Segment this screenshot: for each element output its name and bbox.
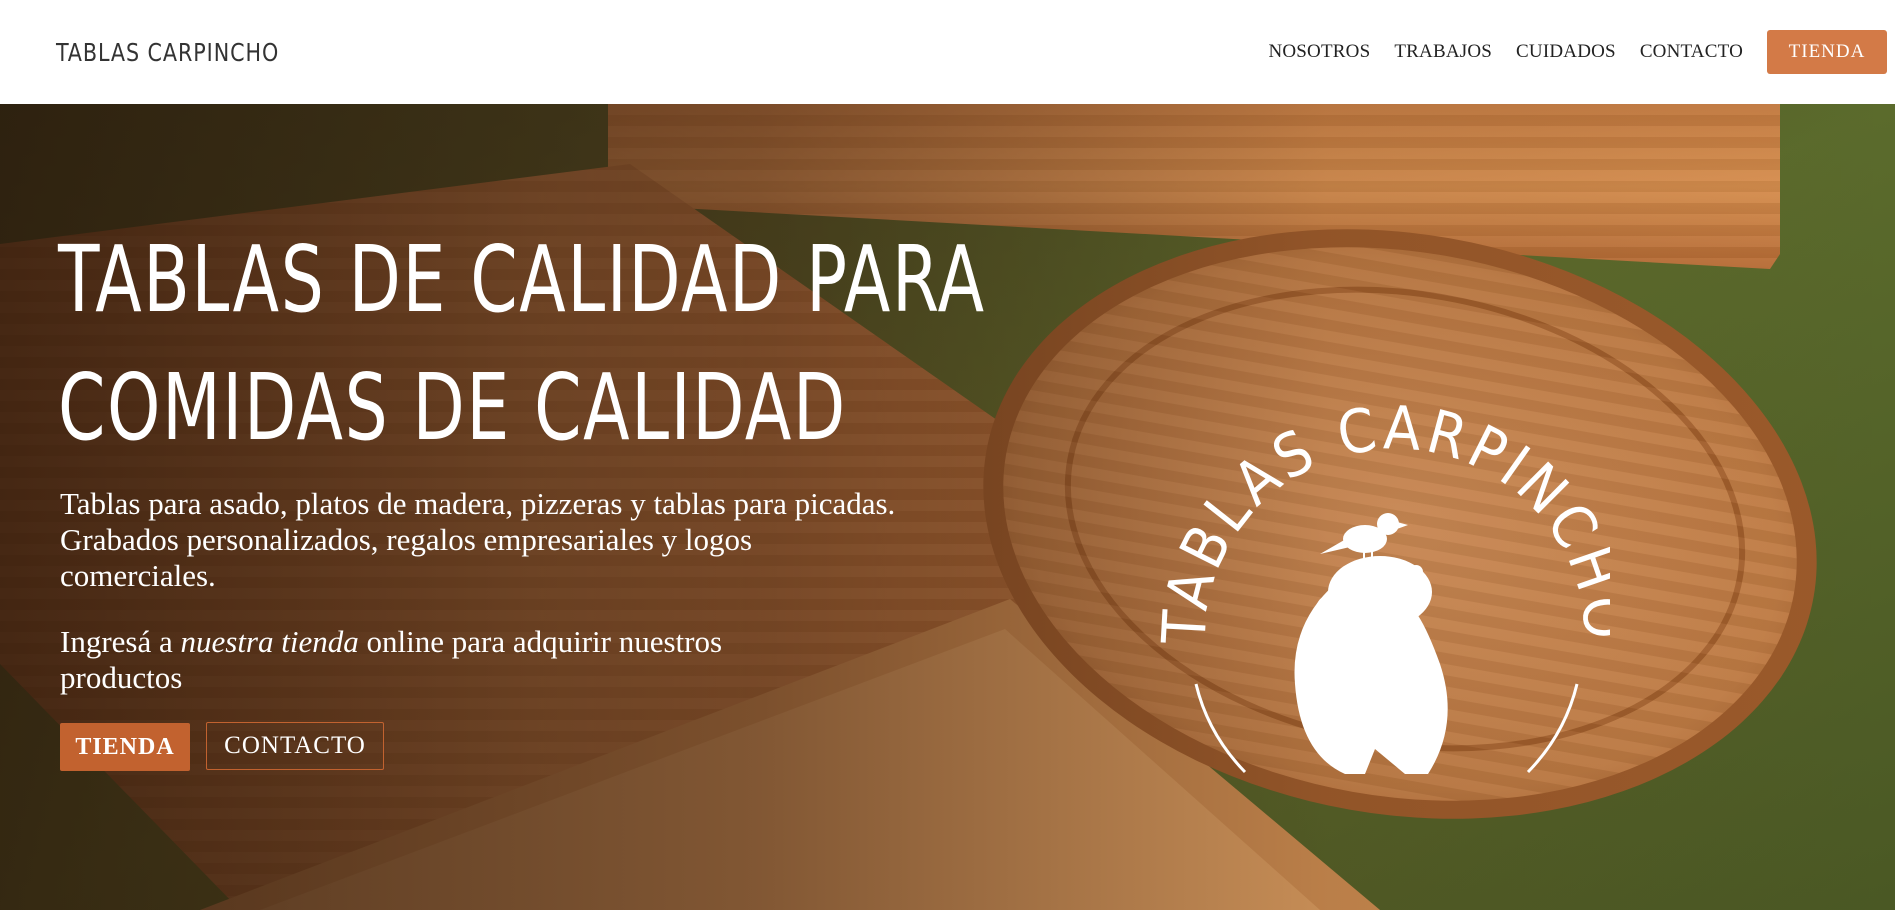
site-header: TABLAS CARPINCHO NOSOTROS TRABAJOS CUIDA… (0, 0, 1895, 104)
hero-headline-line1: TABLAS DE CALIDAD PARA (58, 226, 986, 333)
main-nav: NOSOTROS TRABAJOS CUIDADOS CONTACTO TIEN… (1244, 30, 1887, 74)
capybara-logo: TABLAS CARPINCHO (1160, 393, 1610, 774)
hero-headline: TABLAS DE CALIDAD PARA COMIDAS DE CALIDA… (58, 216, 986, 472)
hero-description: Tablas para asado, platos de madera, piz… (60, 486, 896, 593)
hero-headline-line2: COMIDAS DE CALIDAD (58, 354, 847, 461)
capybara-icon (1294, 556, 1448, 774)
bird-icon (1320, 513, 1408, 564)
nav-store-button[interactable]: TIENDA (1767, 30, 1887, 74)
hero-section: TABLAS DE CALIDAD PARA COMIDAS DE CALIDA… (0, 104, 1895, 910)
hero-store-button[interactable]: TIENDA (60, 723, 190, 771)
brand-logo-text[interactable]: TABLAS CARPINCHO (56, 38, 279, 67)
nav-link-contacto[interactable]: CONTACTO (1640, 41, 1743, 63)
nav-link-cuidados[interactable]: CUIDADOS (1516, 41, 1616, 63)
hero-contact-button[interactable]: CONTACTO (206, 722, 384, 770)
cta-prefix: Ingresá a (60, 624, 181, 659)
logo-arc-right (1526, 683, 1579, 774)
hero-cta-text: Ingresá a nuestra tienda online para adq… (60, 624, 780, 696)
nav-link-trabajos[interactable]: TRABAJOS (1394, 41, 1492, 63)
logo-arc-left (1194, 683, 1247, 774)
nav-link-nosotros[interactable]: NOSOTROS (1268, 41, 1370, 63)
store-inline-link[interactable]: nuestra tienda (181, 624, 359, 659)
